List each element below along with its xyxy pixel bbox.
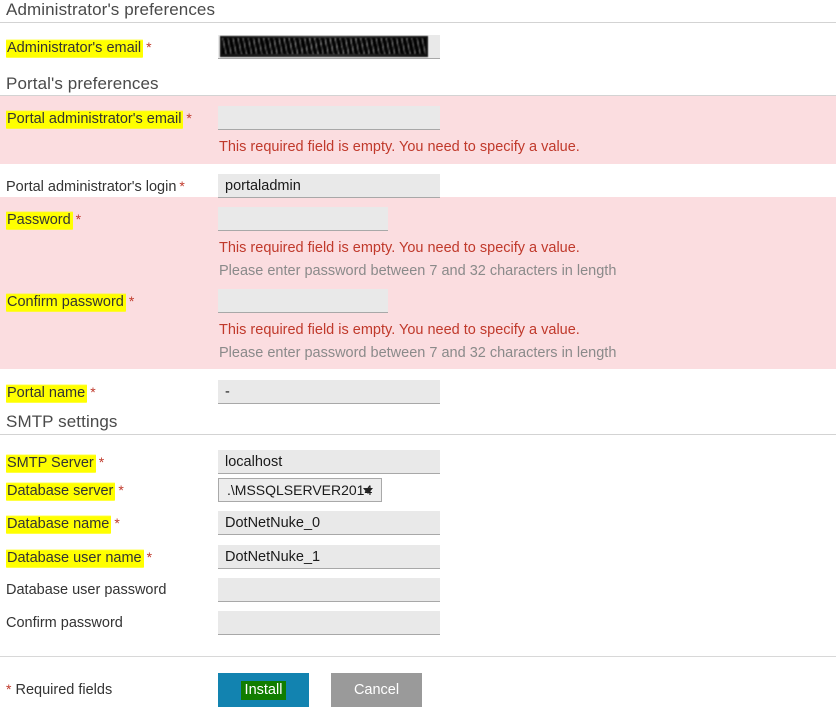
field-database-server: .\MSSQLSERVER2014 <box>218 478 836 502</box>
error-password: This required field is empty. You need t… <box>219 240 580 256</box>
label-database-name: Database name * <box>0 511 218 534</box>
label-text-portal-name: Portal name <box>6 384 88 403</box>
field-database-name <box>218 511 836 535</box>
required-fields-note: * Required fields <box>0 673 218 699</box>
row-footer-actions: * Required fields Install Cancel <box>0 657 836 707</box>
required-marker-portal-administrator-email: * <box>186 110 192 126</box>
database-confirm-password-input[interactable] <box>218 611 440 635</box>
installation-settings-form: Administrator's preferences Administrato… <box>0 0 836 707</box>
footer-buttons: Install Cancel <box>218 673 836 707</box>
row-smtp-server: SMTP Server * <box>0 435 836 474</box>
label-text-database-user-name: Database user name <box>6 549 144 568</box>
error-confirm-password: This required field is empty. You need t… <box>219 322 580 338</box>
label-text-administrator-email: Administrator's email <box>6 39 144 58</box>
row-administrator-email: Administrator's email * <box>0 23 836 59</box>
database-name-input[interactable] <box>218 511 440 535</box>
portal-administrator-login-input[interactable] <box>218 174 440 198</box>
database-server-selected-value: .\MSSQLSERVER2014 <box>227 482 373 498</box>
database-server-select[interactable]: .\MSSQLSERVER2014 <box>218 478 382 502</box>
chevron-down-icon <box>363 488 373 494</box>
label-portal-administrator-email: Portal administrator's email * <box>0 106 218 129</box>
label-database-user-password: Database user password <box>0 578 218 599</box>
administrator-email-input-redacted[interactable] <box>218 35 440 59</box>
label-database-confirm-password: Confirm password <box>0 611 218 632</box>
row-password: Password * This required field is empty. … <box>0 197 836 286</box>
row-database-confirm-password: Confirm password <box>0 601 836 635</box>
required-marker-database-user-name: * <box>146 549 153 565</box>
label-text-database-name: Database name <box>6 515 112 534</box>
field-database-confirm-password <box>218 611 836 635</box>
label-portal-administrator-login: Portal administrator's login * <box>0 174 218 196</box>
error-portal-administrator-email: This required field is empty. You need t… <box>219 139 580 155</box>
section-heading-administrator-preferences: Administrator's preferences <box>0 0 836 22</box>
required-note-text: Required fields <box>11 682 113 698</box>
required-marker-database-server: * <box>118 482 124 498</box>
cancel-button[interactable]: Cancel <box>331 673 423 707</box>
field-portal-name <box>218 380 836 404</box>
field-database-user-name <box>218 545 836 569</box>
label-database-server: Database server * <box>0 478 218 501</box>
label-text-portal-administrator-login: Portal administrator's login <box>6 179 177 195</box>
field-password: This required field is empty. You need t… <box>218 207 836 286</box>
row-portal-administrator-email: Portal administrator's email * This requi… <box>0 96 836 164</box>
label-administrator-email: Administrator's email * <box>0 35 218 58</box>
install-button-label: Install <box>240 681 287 700</box>
required-marker-smtp-server: * <box>98 454 105 470</box>
label-confirm-password: Confirm password * <box>0 289 218 312</box>
label-smtp-server: SMTP Server * <box>0 450 218 473</box>
label-portal-name: Portal name * <box>0 380 218 403</box>
install-button[interactable]: Install <box>218 673 309 707</box>
required-marker-portal-administrator-login: * <box>179 178 185 194</box>
row-confirm-password: Confirm password * This required field is… <box>0 286 836 369</box>
smtp-server-input[interactable] <box>218 450 440 474</box>
label-text-database-server: Database server <box>6 482 116 501</box>
section-heading-portal-preferences: Portal's preferences <box>0 69 836 95</box>
hint-password-length: Please enter password between 7 and 32 c… <box>219 263 617 279</box>
label-text-password: Password <box>6 211 73 230</box>
required-marker-password: * <box>75 211 82 227</box>
section-title-admin: Administrator's preferences <box>6 0 216 19</box>
label-text-database-confirm-password: Confirm password <box>6 615 123 631</box>
field-administrator-email <box>218 35 836 59</box>
field-smtp-server <box>218 450 836 474</box>
label-text-smtp-server: SMTP Server <box>6 454 96 473</box>
password-input[interactable] <box>218 207 388 231</box>
label-password: Password * <box>0 207 218 230</box>
field-database-user-password <box>218 578 836 602</box>
redaction-scribble-overlay <box>222 38 426 54</box>
label-text-portal-administrator-email: Portal administrator's email <box>6 110 184 129</box>
required-marker-portal-name: * <box>90 384 96 400</box>
confirm-password-input[interactable] <box>218 289 388 313</box>
required-marker-database-name: * <box>114 515 120 531</box>
database-user-password-input[interactable] <box>218 578 440 602</box>
hint-confirm-password-length: Please enter password between 7 and 32 c… <box>219 345 617 361</box>
label-text-database-user-password: Database user password <box>6 582 167 598</box>
label-database-user-name: Database user name * <box>0 545 218 568</box>
field-portal-administrator-login <box>218 174 836 198</box>
field-confirm-password: This required field is empty. You need t… <box>218 289 836 369</box>
portal-administrator-email-input[interactable] <box>218 106 440 130</box>
portal-name-input[interactable] <box>218 380 440 404</box>
row-database-user-name: Database user name * <box>0 535 836 569</box>
row-database-user-password: Database user password <box>0 568 836 602</box>
database-user-name-input[interactable] <box>218 545 440 569</box>
row-portal-name: Portal name * <box>0 369 836 404</box>
row-database-name: Database name * <box>0 502 836 535</box>
required-marker-confirm-password: * <box>128 293 135 309</box>
row-portal-administrator-login: Portal administrator's login * <box>0 164 836 198</box>
field-portal-administrator-email: This required field is empty. You need t… <box>218 106 836 164</box>
section-title-portal: Portal's preferences <box>6 74 159 93</box>
section-title-smtp: SMTP settings <box>6 412 118 431</box>
section-heading-smtp-settings: SMTP settings <box>0 408 836 434</box>
label-text-confirm-password: Confirm password <box>6 293 126 312</box>
required-marker-administrator-email: * <box>146 39 152 55</box>
